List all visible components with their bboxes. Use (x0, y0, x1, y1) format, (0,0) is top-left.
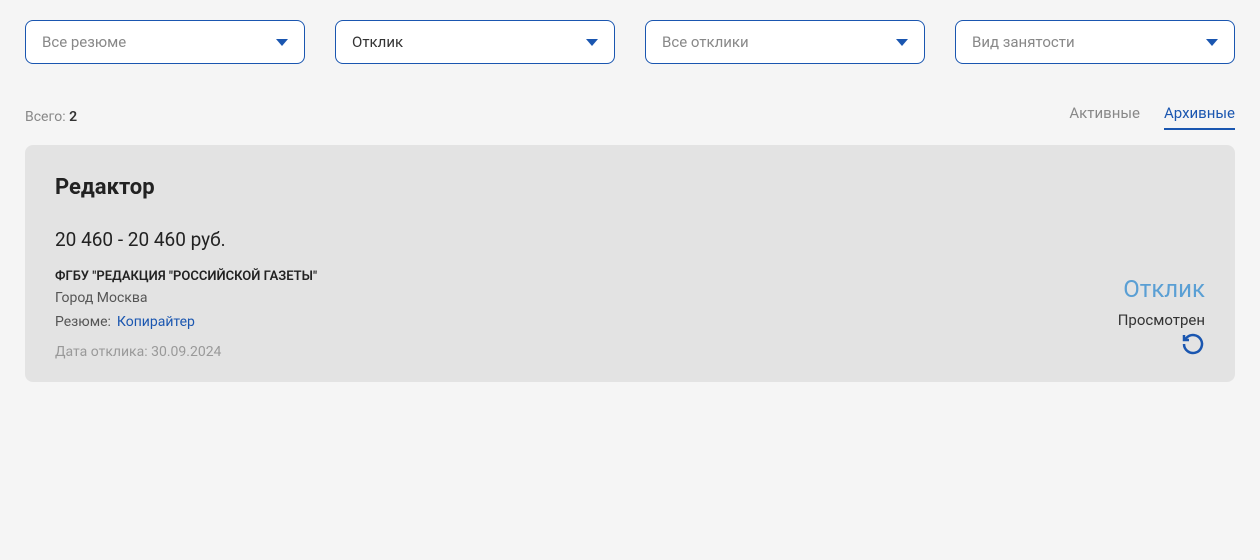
status-block: Отклик Просмотрен (1118, 275, 1205, 329)
caret-down-icon (276, 39, 288, 46)
location: Город Москва (55, 290, 1205, 306)
employment-filter-dropdown[interactable]: Вид занятости (955, 20, 1235, 64)
total-label: Всего: (25, 109, 69, 125)
caret-down-icon (586, 39, 598, 46)
job-title: Редактор (55, 175, 1205, 200)
total-text: Всего: 2 (25, 109, 77, 125)
responses-filter-dropdown[interactable]: Все отклики (645, 20, 925, 64)
company-name: ФГБУ "РЕДАКЦИЯ "РОССИЙСКОЙ ГАЗЕТЫ" (55, 269, 1205, 284)
restore-icon[interactable] (1181, 332, 1205, 360)
resume-filter-dropdown[interactable]: Все резюме (25, 20, 305, 64)
type-filter-label: Отклик (352, 33, 403, 51)
caret-down-icon (1206, 39, 1218, 46)
resume-row: Резюме: Копирайтер (55, 314, 1205, 330)
resume-filter-label: Все резюме (42, 33, 126, 51)
resume-label: Резюме: (55, 314, 111, 330)
application-date: Дата отклика: 30.09.2024 (55, 344, 1205, 360)
tabs: Активные Архивные (1069, 104, 1235, 130)
total-count: 2 (69, 109, 77, 125)
summary-row: Всего: 2 Активные Архивные (25, 84, 1235, 130)
salary: 20 460 - 20 460 руб. (55, 228, 1205, 251)
responses-filter-label: Все отклики (662, 33, 749, 51)
employment-filter-label: Вид занятости (972, 33, 1075, 51)
application-card: Редактор 20 460 - 20 460 руб. ФГБУ "РЕДА… (25, 145, 1235, 382)
resume-link[interactable]: Копирайтер (117, 314, 195, 330)
filters-row: Все резюме Отклик Все отклики Вид занято… (25, 20, 1235, 64)
status-main: Отклик (1118, 275, 1205, 303)
tab-archived[interactable]: Архивные (1164, 104, 1235, 130)
status-sub: Просмотрен (1118, 311, 1205, 329)
tab-active[interactable]: Активные (1069, 104, 1140, 130)
caret-down-icon (896, 39, 908, 46)
type-filter-dropdown[interactable]: Отклик (335, 20, 615, 64)
